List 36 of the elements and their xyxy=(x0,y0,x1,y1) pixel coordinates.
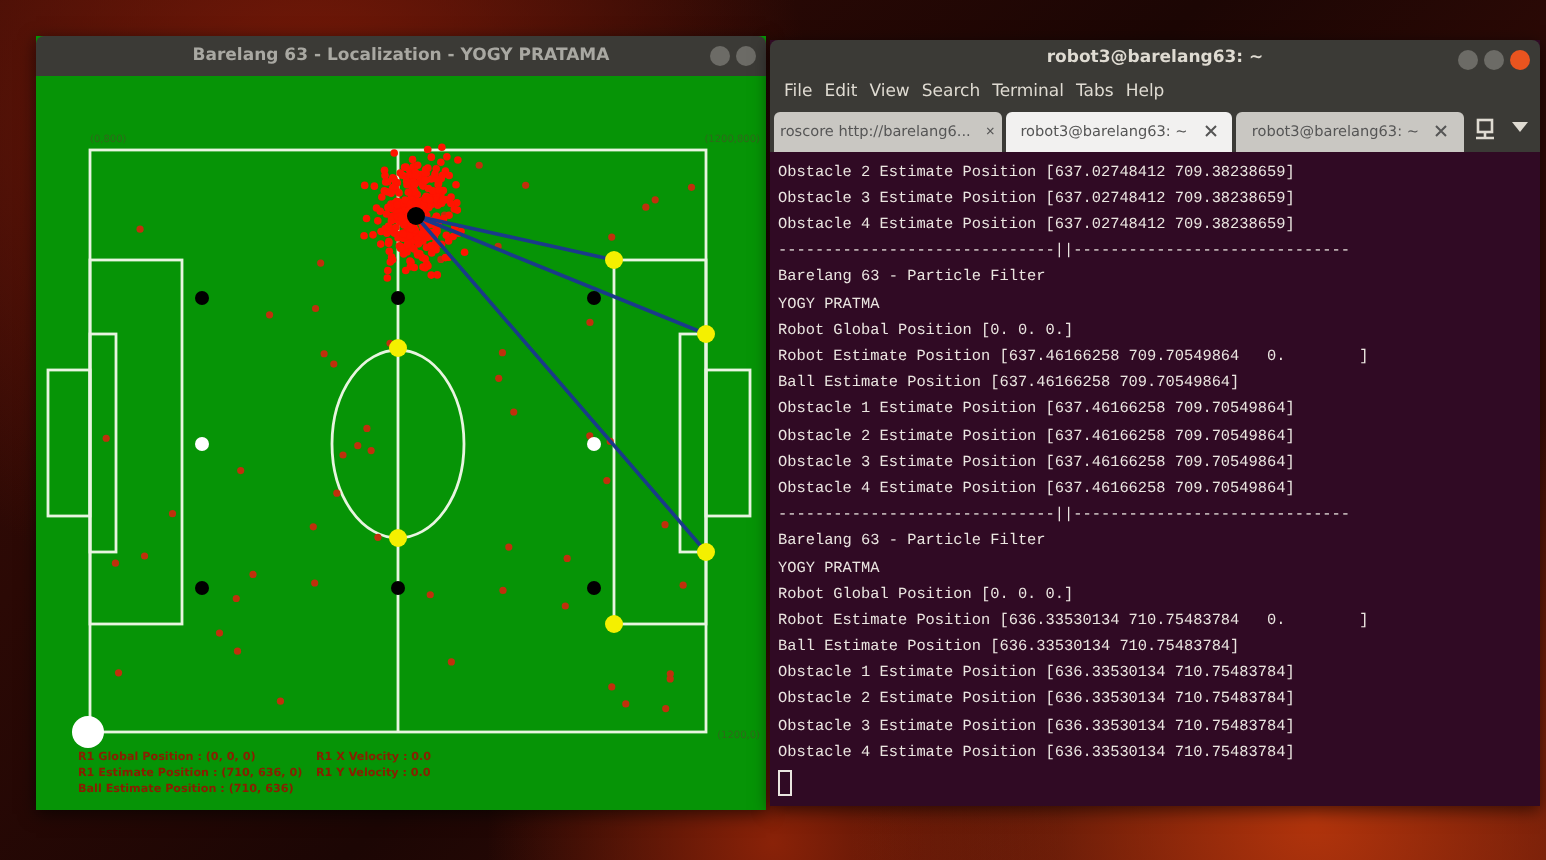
close-button[interactable] xyxy=(736,46,756,66)
obstacle-marker xyxy=(587,581,601,595)
obstacle-marker xyxy=(195,291,209,305)
menu-item[interactable]: View xyxy=(869,81,910,102)
menu-item[interactable]: Search xyxy=(921,81,981,102)
penalty-spot-marker xyxy=(195,437,209,451)
menu-item[interactable]: File xyxy=(784,81,813,102)
menu-item[interactable]: Tabs xyxy=(1076,81,1114,102)
close-button[interactable] xyxy=(1510,50,1530,70)
robot-marker xyxy=(407,207,425,225)
menu-item[interactable]: Edit xyxy=(824,81,858,102)
obstacle-marker xyxy=(391,581,405,595)
penalty-spot-marker xyxy=(587,437,601,451)
menu-item[interactable]: Help xyxy=(1125,81,1165,102)
close-icon[interactable] xyxy=(1203,124,1218,139)
minimize-button[interactable] xyxy=(1458,50,1478,70)
window-title: Barelang 63 - Localization - YOGY PRATAMA xyxy=(192,46,610,66)
landmark-marker xyxy=(605,615,623,633)
landmark-marker xyxy=(605,251,623,269)
landmark-marker xyxy=(697,325,715,343)
menu-item[interactable]: Terminal xyxy=(992,81,1064,102)
minimize-button[interactable] xyxy=(710,46,730,66)
landmark-marker xyxy=(697,543,715,561)
window-title: robot3@barelang63: ~ xyxy=(1046,47,1264,68)
obstacle-marker xyxy=(587,291,601,305)
close-icon[interactable] xyxy=(986,124,996,139)
landmark-marker xyxy=(389,529,407,547)
ball-marker xyxy=(72,716,104,748)
dropdown-caret-icon[interactable] xyxy=(1512,122,1529,135)
maximize-button[interactable] xyxy=(1484,50,1504,70)
close-icon[interactable] xyxy=(1434,124,1449,139)
obstacle-marker xyxy=(391,291,405,305)
new-tab-icon[interactable] xyxy=(1474,117,1497,140)
landmark-marker xyxy=(389,339,407,357)
text-cursor xyxy=(778,770,792,796)
obstacle-marker xyxy=(195,581,209,595)
